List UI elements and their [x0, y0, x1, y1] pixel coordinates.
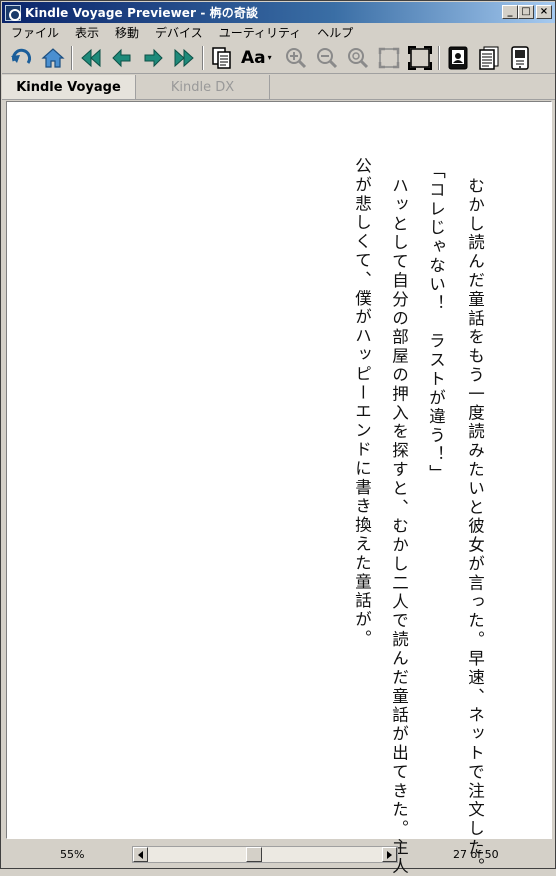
font-size-icon[interactable]: Aa ▾	[239, 44, 279, 72]
page-scrollbar[interactable]	[132, 846, 398, 863]
window-controls: _ □ ×	[502, 5, 552, 19]
next-page-icon[interactable]	[139, 44, 167, 72]
text-line: むかし読んだ童話をもう一度読みたいと彼女が言った。早速、ネットで注文した。	[465, 177, 485, 876]
maximize-button[interactable]: □	[518, 5, 534, 19]
device-tabs: Kindle Voyage Kindle DX	[2, 75, 555, 100]
copy-icon[interactable]	[208, 44, 236, 72]
app-icon	[5, 4, 21, 21]
tab-kindle-dx[interactable]: Kindle DX	[136, 75, 270, 99]
title-bar: Kindle Voyage Previewer - 栴の奇談 _ □ ×	[2, 2, 555, 23]
status-bar: 55% 27 of 50	[2, 842, 555, 868]
menu-bar: ファイル 表示 移動 デバイス ユーティリティ ヘルプ	[2, 23, 555, 42]
toolbar: Aa ▾	[2, 42, 555, 74]
device-portrait-icon[interactable]	[444, 44, 472, 72]
scroll-left-button[interactable]	[133, 847, 148, 862]
zoom-level: 55%	[60, 848, 85, 861]
window-title: Kindle Voyage Previewer - 栴の奇談	[25, 6, 259, 20]
zoom-out-icon[interactable]	[313, 44, 341, 72]
menu-devices[interactable]: デバイス	[146, 24, 210, 41]
arrow-right-icon	[386, 850, 392, 859]
page-indicator: 27 of 50	[453, 848, 499, 861]
back-icon[interactable]	[8, 44, 36, 72]
menu-go[interactable]: 移動	[106, 24, 146, 41]
fullscreen-icon[interactable]	[406, 44, 434, 72]
arrow-left-icon	[137, 850, 143, 859]
device-settings-icon[interactable]	[506, 44, 534, 72]
first-page-icon[interactable]	[77, 44, 105, 72]
book-page: むかし読んだ童話をもう一度読みたいと彼女が言った。早速、ネットで注文した。 「コ…	[6, 101, 552, 876]
font-size-label: Aa	[241, 47, 266, 68]
zoom-reset-icon[interactable]	[344, 44, 372, 72]
toolbar-separator	[71, 45, 73, 70]
tab-kindle-voyage[interactable]: Kindle Voyage	[2, 75, 136, 99]
last-page-icon[interactable]	[170, 44, 198, 72]
app-window: Kindle Voyage Previewer - 栴の奇談 _ □ × ファイ…	[0, 0, 556, 876]
menu-help[interactable]: ヘルプ	[308, 24, 360, 41]
prev-page-icon[interactable]	[108, 44, 136, 72]
chevron-down-icon: ▾	[267, 53, 272, 62]
toolbar-separator	[438, 45, 440, 70]
toolbar-separator	[202, 45, 204, 70]
menu-file[interactable]: ファイル	[2, 24, 66, 41]
scrollbar-thumb[interactable]	[246, 847, 262, 862]
text-line: ハッとして自分の部屋の押入を探すと、むかし二人で読んだ童話が出てきた。主人	[389, 177, 409, 876]
home-icon[interactable]	[39, 44, 67, 72]
text-line: 公が悲しくて、僕がハッピーエンドに書き換えた童話が。	[352, 157, 372, 649]
scroll-right-button[interactable]	[382, 847, 397, 862]
document-icon[interactable]	[475, 44, 503, 72]
menu-utilities[interactable]: ユーティリティ	[210, 24, 309, 41]
text-line: 「コレじゃない！ ラストが違う！」	[426, 162, 446, 484]
zoom-in-icon[interactable]	[282, 44, 310, 72]
minimize-button[interactable]: _	[502, 5, 518, 19]
menu-view[interactable]: 表示	[66, 24, 106, 41]
fit-page-icon[interactable]	[375, 44, 403, 72]
close-button[interactable]: ×	[536, 5, 552, 19]
